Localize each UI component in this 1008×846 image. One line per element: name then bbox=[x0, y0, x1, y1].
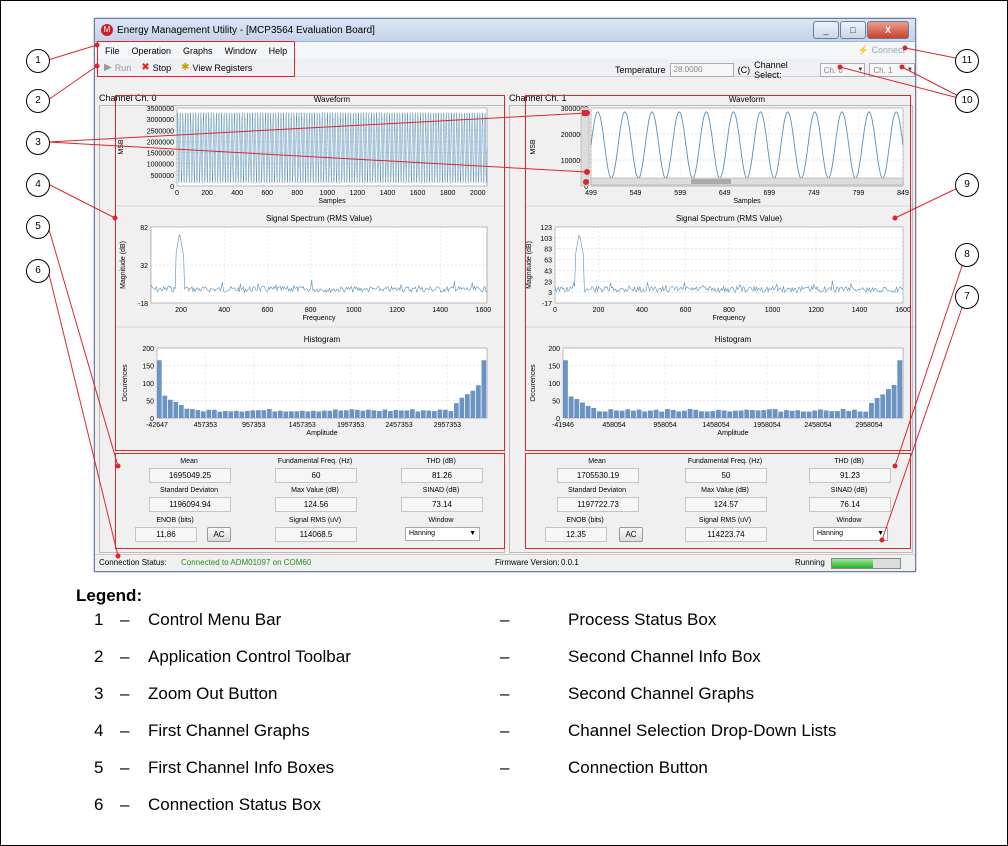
channel-select-b[interactable]: Ch. 1 ▼ bbox=[869, 63, 915, 77]
legend-dash: – bbox=[500, 647, 510, 666]
maximize-button[interactable]: □ bbox=[840, 21, 866, 39]
status-bar: Connection Status: Connected to ADM01097… bbox=[95, 554, 915, 571]
legend-item: Connection Button bbox=[568, 758, 708, 777]
channel-a-value: Ch. 0 bbox=[823, 65, 843, 75]
microchip-logo-icon: M bbox=[101, 24, 113, 36]
legend-item: Second Channel Info Box bbox=[568, 647, 761, 666]
temperature-unit: (C) bbox=[737, 65, 751, 75]
legend-dash: – bbox=[500, 684, 510, 703]
callout-1: 1 bbox=[26, 49, 50, 73]
window-title: Energy Management Utility - [MCP3564 Eva… bbox=[117, 24, 375, 36]
callout-6: 6 bbox=[26, 259, 50, 283]
connection-status-value: Connected to ADM01097 on COM60 bbox=[181, 558, 312, 567]
callout-7: 7 bbox=[955, 285, 979, 309]
legend-number: 1 bbox=[94, 610, 104, 629]
legend-item: First Channel Graphs bbox=[148, 721, 310, 740]
temperature-group: Temperature 28.0000 (C) Channel Select: … bbox=[615, 60, 915, 80]
channel-select-label: Channel Select: bbox=[754, 60, 788, 80]
highlight-ch0-graphs bbox=[115, 95, 505, 451]
callout-8: 8 bbox=[955, 243, 979, 267]
callout-4: 4 bbox=[26, 173, 50, 197]
progress-fill bbox=[832, 559, 873, 568]
legend-dash: – bbox=[120, 758, 130, 777]
temperature-label: Temperature bbox=[615, 65, 666, 75]
connect-button[interactable]: ⚡ Connect bbox=[858, 45, 905, 56]
plug-icon: ⚡ bbox=[857, 45, 869, 55]
highlight-ch0-info bbox=[115, 453, 505, 549]
connection-status-label: Connection Status: bbox=[99, 558, 167, 567]
legend-title: Legend: bbox=[76, 586, 143, 605]
legend-item: Application Control Toolbar bbox=[148, 647, 351, 666]
legend-number: 3 bbox=[94, 684, 104, 703]
callout-11: 11 bbox=[955, 49, 979, 73]
highlight-menu-toolbar bbox=[97, 41, 295, 77]
callout-10: 10 bbox=[955, 89, 979, 113]
firmware-label: Firmware Version: bbox=[495, 558, 560, 567]
process-progress-bar bbox=[831, 558, 901, 569]
channel-b-value: Ch. 1 bbox=[873, 65, 893, 75]
callout-9: 9 bbox=[955, 173, 979, 197]
callout-5: 5 bbox=[26, 215, 50, 239]
legend-dash: – bbox=[500, 610, 510, 629]
firmware-value: 0.0.1 bbox=[561, 558, 579, 567]
highlight-ch1-graphs bbox=[525, 95, 911, 451]
legend-item: Second Channel Graphs bbox=[568, 684, 755, 703]
legend-dash: – bbox=[500, 721, 510, 740]
legend-item: Process Status Box bbox=[568, 610, 717, 629]
legend-dash: – bbox=[120, 684, 130, 703]
legend-item: Channel Selection Drop-Down Lists bbox=[568, 721, 837, 740]
legend-item: Connection Status Box bbox=[148, 795, 321, 814]
legend-dash: – bbox=[120, 647, 130, 666]
chevron-down-icon: ▼ bbox=[907, 67, 913, 73]
close-button[interactable]: X bbox=[867, 21, 909, 39]
app-window: M Energy Management Utility - [MCP3564 E… bbox=[94, 18, 916, 572]
legend-number: 6 bbox=[94, 795, 104, 814]
legend-dash: – bbox=[120, 610, 130, 629]
legend-dash: – bbox=[120, 795, 130, 814]
channel-select-a[interactable]: Ch. 0 ▼ bbox=[819, 63, 866, 77]
legend-item: Zoom Out Button bbox=[148, 684, 278, 703]
running-label: Running bbox=[795, 558, 825, 567]
callout-2: 2 bbox=[26, 89, 50, 113]
highlight-ch1-info bbox=[525, 453, 911, 549]
window-controls: _ □ X bbox=[813, 21, 909, 39]
legend-item: Control Menu Bar bbox=[148, 610, 282, 629]
minimize-button[interactable]: _ bbox=[813, 21, 839, 39]
legend-item: First Channel Info Boxes bbox=[148, 758, 335, 777]
connect-label: Connect bbox=[871, 45, 905, 55]
legend-number: 2 bbox=[94, 647, 104, 666]
temperature-field: 28.0000 bbox=[669, 63, 734, 77]
callout-3: 3 bbox=[26, 131, 50, 155]
legend-number: 4 bbox=[94, 721, 104, 740]
legend-dash: – bbox=[120, 721, 130, 740]
chevron-down-icon: ▼ bbox=[857, 67, 864, 73]
legend-number: 5 bbox=[94, 758, 104, 777]
legend-dash: – bbox=[500, 758, 510, 777]
title-bar: M Energy Management Utility - [MCP3564 E… bbox=[95, 19, 915, 42]
